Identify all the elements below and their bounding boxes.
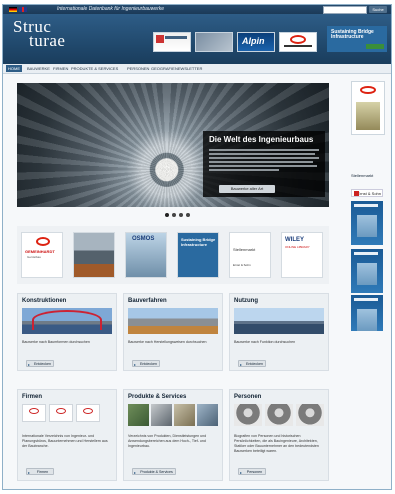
card-image[interactable] — [234, 404, 324, 430]
site-logo[interactable]: Struc turae — [13, 18, 66, 50]
header-banner-2[interactable] — [195, 32, 233, 52]
nav-item-bauwerke[interactable]: BAUWERKE — [25, 65, 52, 72]
top-strip: Internationale Datenbank für Ingenieurba… — [3, 5, 391, 14]
entdecken-button[interactable]: Entdecken — [132, 360, 160, 368]
hero-slider[interactable]: Die Welt des Ingenieurbaus Bauwerke alle… — [17, 83, 329, 207]
logo-5-sub: Ernst & Sohn — [233, 263, 251, 267]
card-image[interactable] — [22, 404, 112, 430]
slider-dot[interactable] — [186, 213, 190, 217]
card-title: Firmen — [22, 394, 43, 400]
banner-3-text: Alpin — [242, 36, 265, 46]
card-description: Biografien von Personen und historischen… — [234, 434, 319, 453]
right-ad-3[interactable] — [351, 249, 383, 293]
logo-1-name: GEMEINHARDT — [25, 249, 55, 254]
logo-6-sub: ONLINE LIBRARY — [285, 245, 310, 249]
nav-item-firmen[interactable]: FIRMEN — [51, 65, 70, 72]
card-image[interactable] — [22, 308, 112, 334]
main-nav: HOME BAUWERKE FIRMEN PRODUKTE & SERVICES… — [3, 64, 391, 74]
hero-cta-button[interactable]: Bauwerke aller Art — [219, 185, 275, 193]
card-produkte-services: Produkte & Services Verzeichnis von Prod… — [123, 389, 223, 481]
header-banner-4[interactable] — [279, 32, 317, 52]
card-personen: Personen Biografien von Personen und his… — [229, 389, 329, 481]
slider-dot[interactable] — [165, 213, 169, 217]
partner-logo-2[interactable] — [73, 232, 115, 278]
card-title: Konstruktionen — [22, 298, 67, 304]
flag-en-icon[interactable] — [19, 7, 27, 12]
card-description: Bauwerke nach Baumformen durchsuchen — [22, 340, 90, 344]
card-konstruktionen: Konstruktionen Bauwerke nach Baumformen … — [17, 293, 117, 371]
firmen-button[interactable]: Firmen — [26, 468, 54, 476]
card-description: Verzeichnis von Produkten, Dienstleistun… — [128, 434, 207, 448]
logo-1-sub: Gerüstbau — [27, 255, 42, 259]
logo-5-name: Stellenmarkt — [233, 247, 256, 252]
partner-logo-bentley[interactable]: Sustaining Bridge Infrastructure — [177, 232, 219, 278]
logo-4-name: Sustaining Bridge Infrastructure — [181, 237, 216, 247]
card-title: Personen — [234, 394, 262, 400]
right-ad-4[interactable] — [351, 295, 383, 331]
partner-logo-gemeinhardt[interactable]: GEMEINHARDT Gerüstbau — [21, 232, 63, 278]
slider-dot[interactable] — [179, 213, 183, 217]
card-firmen: Firmen Internationale Verzeichnis von In… — [17, 389, 117, 481]
slider-dot[interactable] — [172, 213, 176, 217]
nav-item-personen[interactable]: PERSONEN — [125, 65, 151, 72]
entdecken-button[interactable]: Entdecken — [26, 360, 54, 368]
language-switcher[interactable] — [9, 7, 27, 12]
card-image[interactable] — [128, 404, 218, 430]
nav-item-produkte[interactable]: PRODUKTE & SERVICES — [69, 65, 120, 72]
partner-logo-wiley[interactable]: WILEY ONLINE LIBRARY — [281, 232, 323, 278]
produkte-services-button[interactable]: Produkte & Services — [132, 468, 176, 476]
logo-3-name: OSMOS — [132, 236, 155, 242]
search-button[interactable]: Suche — [369, 6, 387, 13]
card-bauverfahren: Bauverfahren Bauwerke nach Herstellungsw… — [123, 293, 223, 371]
card-description: Internationale Verzeichnis von Ingenieur… — [22, 434, 108, 448]
card-image[interactable] — [234, 308, 324, 334]
card-image[interactable] — [128, 308, 218, 334]
nav-item-home[interactable]: HOME — [6, 65, 22, 72]
right-ad-2[interactable] — [351, 201, 383, 245]
card-title: Produkte & Services — [128, 394, 187, 400]
nav-item-newsletter[interactable]: NEWSLETTER — [173, 65, 204, 72]
right-ad-1[interactable] — [351, 81, 385, 135]
logo-6-name: WILEY — [285, 237, 304, 243]
header-banner-3[interactable]: Alpin — [237, 32, 275, 52]
sponsor-logo — [366, 44, 384, 49]
site-header: Struc turae Alpin Sustaining Bridge Infr… — [3, 14, 391, 64]
card-title: Bauverfahren — [128, 298, 167, 304]
card-nutzung: Nutzung Bauwerke nach Funktion durchsuch… — [229, 293, 329, 371]
header-banner-1[interactable] — [153, 32, 191, 52]
sponsor-banner[interactable]: Sustaining Bridge Infrastructure — [327, 26, 387, 52]
hero-caption: Die Welt des Ingenieurbaus Bauwerke alle… — [203, 131, 325, 197]
slider-dots — [165, 213, 190, 217]
entdecken-button[interactable]: Entdecken — [238, 360, 266, 368]
logo-line-2: turae — [29, 31, 66, 50]
card-description: Bauwerke nach Funktion durchsuchen — [234, 340, 296, 344]
ernst-sohn-ad[interactable]: Ernst & Sohn — [351, 189, 383, 197]
card-title: Nutzung — [234, 298, 258, 304]
partner-logos: GEMEINHARDT Gerüstbau OSMOS Sustaining B… — [17, 226, 329, 284]
partner-logo-stellenmarkt[interactable]: Stellenmarkt Ernst & Sohn — [229, 232, 271, 278]
browser-frame: Internationale Datenbank für Ingenieurba… — [2, 4, 392, 490]
site-tagline: Internationale Datenbank für Ingenieurba… — [57, 6, 165, 12]
hero-title: Die Welt des Ingenieurbaus — [209, 135, 314, 144]
card-description: Bauwerke nach Herstellungsweisen durchsu… — [128, 340, 207, 344]
flag-de-icon[interactable] — [9, 7, 17, 12]
partner-logo-osmos[interactable]: OSMOS — [125, 232, 167, 278]
personen-button[interactable]: Personen — [238, 468, 266, 476]
sponsor-title: Sustaining Bridge Infrastructure — [331, 29, 374, 40]
header-banner-row: Alpin — [153, 32, 317, 52]
search-input[interactable] — [323, 6, 367, 14]
stellenmarkt-label: Stellenmarkt — [351, 173, 374, 178]
